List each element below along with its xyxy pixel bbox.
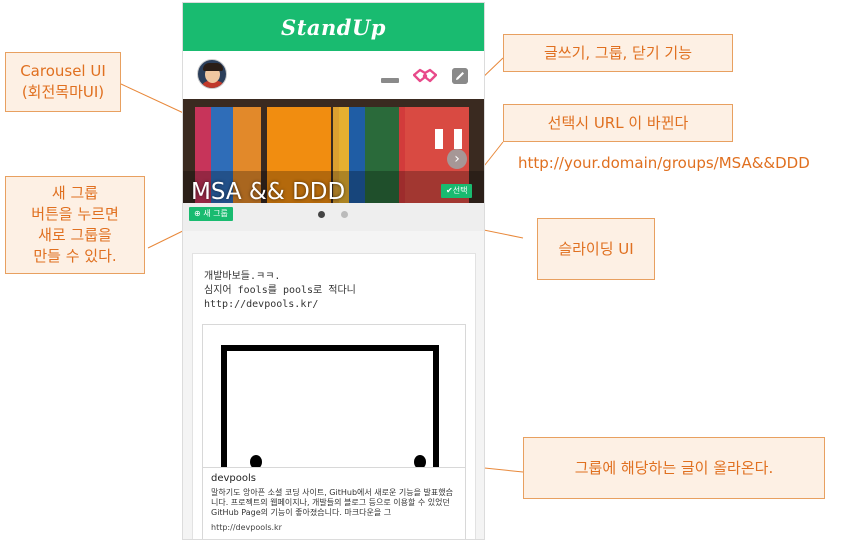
group-carousel[interactable]: MSA && DDD › ✔선택 xyxy=(183,99,484,203)
annotation-url: http://your.domain/groups/MSA&&DDD xyxy=(518,154,810,172)
annotation-new-group: 새 그룹 버튼을 누르면 새로 그룹을 만들 수 있다. xyxy=(5,176,145,274)
new-group-button[interactable]: ⊕ 새 그룹 xyxy=(189,207,233,221)
handshake-icon[interactable] xyxy=(413,67,437,85)
post-feed: 개발바보들.ㅋㅋ. 심지어 fools를 pools로 적다니 http://d… xyxy=(183,231,484,539)
toolbar xyxy=(183,51,484,99)
avatar[interactable] xyxy=(197,59,227,89)
minus-icon[interactable] xyxy=(381,78,399,83)
link-url[interactable]: http://devpools.kr xyxy=(211,523,457,532)
slide-dot-1[interactable] xyxy=(318,211,325,218)
link-preview[interactable]: devpools 말하기도 앙아픈 소셜 코딩 사이트, GitHub에서 새로… xyxy=(202,324,466,539)
link-preview-image xyxy=(203,325,465,467)
app-header: StandUp xyxy=(183,3,484,51)
annotation-carousel: Carousel UI (회전목마UI) xyxy=(5,52,121,112)
post-text: 개발바보들.ㅋㅋ. 심지어 fools를 pools로 적다니 http://d… xyxy=(204,271,356,310)
post-card: 개발바보들.ㅋㅋ. 심지어 fools를 pools로 적다니 http://d… xyxy=(192,253,476,539)
annotation-posts: 그룹에 해당하는 글이 올라온다. xyxy=(523,437,825,499)
slide-indicator-bar: ⊕ 새 그룹 xyxy=(183,203,484,231)
app-title: StandUp xyxy=(281,14,386,40)
link-description: 말하기도 앙아픈 소셜 코딩 사이트, GitHub에서 새로운 기능을 발표했… xyxy=(211,488,453,517)
carousel-group-title[interactable]: MSA && DDD xyxy=(191,179,345,203)
annotation-sliding: 슬라이딩 UI xyxy=(537,218,655,280)
phone-frame: StandUp MSA && DDD › ✔선택 ⊕ 새 그룹 개발바보들.ㅋㅋ… xyxy=(182,2,485,540)
annotation-select: 선택시 URL 이 바뀐다 xyxy=(503,104,733,142)
link-preview-info: devpools 말하기도 앙아픈 소셜 코딩 사이트, GitHub에서 새로… xyxy=(203,467,465,532)
slide-dot-2[interactable] xyxy=(341,211,348,218)
select-group-button[interactable]: ✔선택 xyxy=(441,184,473,198)
chevron-right-icon[interactable]: › xyxy=(447,149,467,169)
link-title[interactable]: devpools xyxy=(211,473,457,484)
annotation-actions: 글쓰기, 그룹, 닫기 기능 xyxy=(503,34,733,72)
pencil-icon[interactable] xyxy=(452,68,468,84)
